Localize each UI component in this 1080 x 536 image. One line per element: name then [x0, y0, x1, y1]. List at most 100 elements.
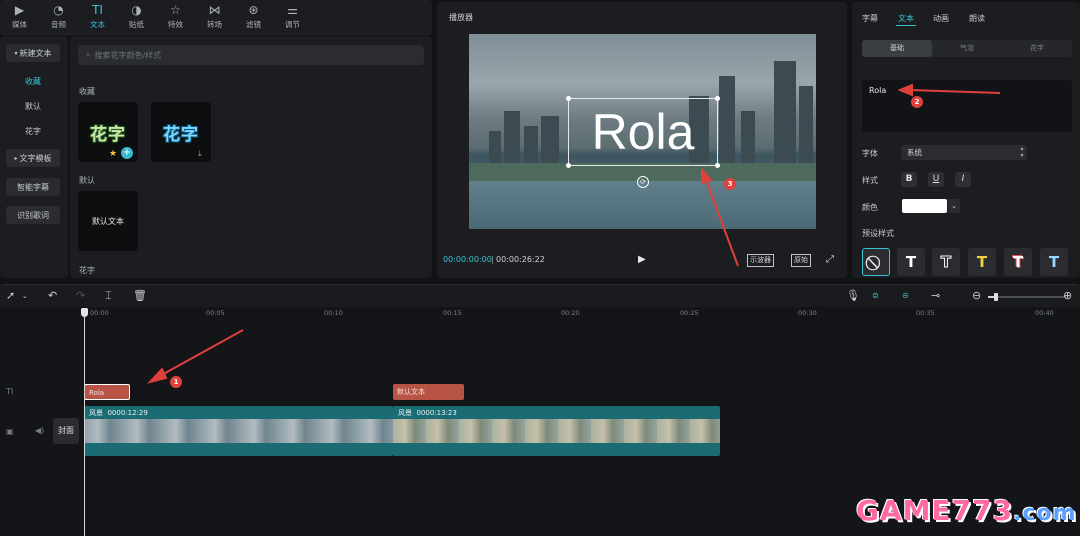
- effects-icon: ☆: [170, 3, 181, 17]
- color-swatch[interactable]: [902, 199, 947, 213]
- resize-handle[interactable]: [715, 96, 720, 101]
- zoom-out-icon[interactable]: ⊖: [972, 289, 981, 303]
- toolbar-effects[interactable]: ☆ 特效: [156, 0, 195, 34]
- toolbar-audio[interactable]: ◔ 音频: [39, 0, 78, 34]
- video-clip-label: 风景 0000:12:29: [89, 409, 148, 417]
- text-clip-rola[interactable]: Rola: [84, 384, 130, 400]
- nav-default[interactable]: 默认: [6, 97, 60, 115]
- font-select[interactable]: 系统: [901, 145, 1027, 160]
- video-clip-2[interactable]: 风景 0000:13:23: [393, 406, 720, 456]
- annotation-badge-2: 2: [911, 96, 923, 108]
- preset-style-yellow[interactable]: T: [968, 248, 996, 276]
- tab-text[interactable]: 文本: [898, 13, 914, 24]
- toolbar-text[interactable]: TI 文本: [78, 0, 117, 34]
- add-icon[interactable]: +: [121, 147, 133, 159]
- text-selection-box[interactable]: Rola: [566, 96, 720, 168]
- building: [799, 86, 813, 171]
- adjust-icon: ⚌: [287, 3, 298, 17]
- video-clip-label: 风景 0000:13:23: [398, 409, 457, 417]
- tab-animation[interactable]: 动画: [933, 13, 949, 24]
- player-panel: 播放器 Rola ⟳ 00:00:00:00 | 00:00:26:22 ▶ 示…: [437, 2, 847, 278]
- play-icon[interactable]: ▶: [638, 254, 646, 265]
- fullscreen-icon[interactable]: ⤢: [826, 254, 834, 265]
- rotate-icon[interactable]: ⟳: [637, 176, 649, 188]
- bold-button[interactable]: B: [901, 172, 917, 187]
- link-icon[interactable]: ⊝: [902, 289, 909, 303]
- search-input[interactable]: ⌕ 搜索花字颜色/样式: [78, 45, 424, 65]
- preset-style-blue[interactable]: T: [1040, 248, 1068, 276]
- text-content-input[interactable]: Rola: [862, 80, 1072, 132]
- ruler-tick: 00:20: [561, 309, 580, 317]
- zoom-in-icon[interactable]: ⊕: [1063, 289, 1072, 303]
- nav-lyrics[interactable]: 识别歌词: [6, 206, 60, 224]
- toolbar-transition[interactable]: ⋈ 转场: [195, 0, 234, 34]
- select-tool-icon[interactable]: ➚: [6, 289, 15, 303]
- audio-icon: ◔: [53, 3, 64, 17]
- nav-huazi[interactable]: 花字: [6, 122, 60, 140]
- water: [469, 181, 816, 229]
- text-track-icon: TI: [6, 387, 14, 396]
- subtab-bubble[interactable]: 气泡: [932, 40, 1002, 57]
- preset-style-white[interactable]: T: [897, 248, 925, 276]
- scope-button[interactable]: 示波器: [747, 254, 774, 267]
- main-track-magnet-icon[interactable]: ⊜: [872, 289, 879, 303]
- preset-none-icon[interactable]: ⃠: [862, 248, 890, 276]
- ruler-tick: 00:35: [916, 309, 935, 317]
- huazi-tile-green[interactable]: 花字 ★ +: [78, 102, 138, 162]
- nav-new-text[interactable]: ▾ 新建文本: [6, 44, 60, 62]
- microphone-icon[interactable]: 🎙: [846, 289, 860, 303]
- sticker-icon: ◑: [131, 3, 142, 17]
- download-icon[interactable]: ⤓: [198, 149, 202, 159]
- playhead[interactable]: [84, 309, 85, 536]
- ruler-tick: 00:00: [90, 309, 109, 317]
- italic-button[interactable]: I: [955, 172, 971, 187]
- underline-button[interactable]: U: [928, 172, 944, 187]
- undo-icon[interactable]: ↶: [48, 289, 57, 303]
- preset-style-pink[interactable]: T: [1004, 248, 1032, 276]
- video-clip-1[interactable]: 风景 0000:12:29: [84, 406, 393, 456]
- building: [741, 111, 755, 171]
- overlay-text[interactable]: Rola: [569, 99, 717, 165]
- video-thumbnail-strip: [84, 419, 393, 443]
- default-text-tile[interactable]: 默认文本: [78, 191, 138, 251]
- zoom-slider-knob[interactable]: [994, 293, 998, 301]
- ruler-tick: 00:05: [206, 309, 225, 317]
- chevron-down-icon[interactable]: ⌄: [22, 289, 28, 303]
- resize-handle[interactable]: [715, 163, 720, 168]
- huazi-tile-blue[interactable]: 花字 ⤓: [151, 102, 211, 162]
- nav-favorites[interactable]: 收藏: [6, 72, 60, 90]
- toolbar-filter[interactable]: ⊛ 滤镜: [234, 0, 273, 34]
- redo-icon[interactable]: ↷: [76, 289, 85, 303]
- video-preview[interactable]: Rola ⟳: [469, 34, 816, 229]
- resize-handle[interactable]: [566, 163, 571, 168]
- color-label: 颜色: [862, 203, 878, 212]
- preset-label: 预设样式: [862, 229, 894, 238]
- font-stepper-icon[interactable]: ▴ ▾: [1017, 145, 1027, 160]
- time-current: 00:00:00:00: [443, 255, 492, 264]
- split-icon[interactable]: ⌶: [105, 289, 112, 303]
- toolbar-media[interactable]: ▶ 媒体: [0, 0, 39, 34]
- tab-caption[interactable]: 字幕: [862, 13, 878, 24]
- nav-text-template[interactable]: ▸ 文字模板: [6, 149, 60, 167]
- chevron-down-icon[interactable]: ⌄: [948, 199, 960, 213]
- tab-read-aloud[interactable]: 朗读: [969, 13, 985, 24]
- nav-smart-caption[interactable]: 智能字幕: [6, 178, 60, 196]
- toolbar-sticker[interactable]: ◑ 贴纸: [117, 0, 156, 34]
- mute-icon[interactable]: ◀): [35, 426, 44, 435]
- delete-icon[interactable]: 🗑: [133, 289, 147, 303]
- annotation-badge-1: 1: [170, 376, 182, 388]
- preview-axis-icon[interactable]: ⊸: [931, 289, 940, 303]
- transition-icon: ⋈: [208, 3, 221, 17]
- building: [774, 61, 796, 171]
- subtab-huazi[interactable]: 花字: [1002, 40, 1072, 57]
- toolbar-adjust[interactable]: ⚌ 调节: [273, 0, 312, 34]
- cover-button[interactable]: 封面: [53, 418, 79, 444]
- original-button[interactable]: 原始: [791, 254, 811, 267]
- preset-style-outline[interactable]: T: [932, 248, 960, 276]
- resize-handle[interactable]: [566, 96, 571, 101]
- search-icon: ⌕: [86, 50, 91, 59]
- subtab-basic[interactable]: 基础: [862, 40, 932, 57]
- zoom-slider[interactable]: [988, 293, 1066, 301]
- watermark-logo: GAME773.com: [856, 494, 1077, 527]
- text-clip-default[interactable]: 默认文本: [393, 384, 464, 400]
